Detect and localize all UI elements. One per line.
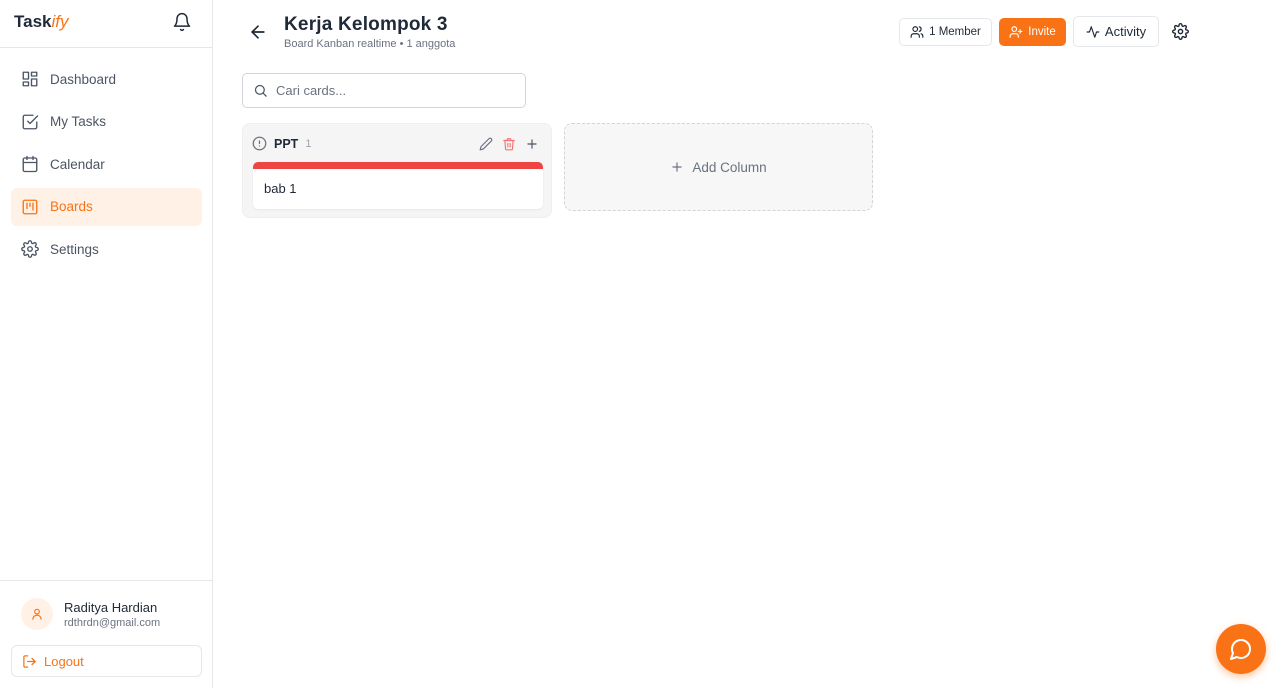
kanban-icon xyxy=(22,199,38,215)
checkbox-icon xyxy=(22,114,39,130)
alert-circle-icon xyxy=(252,136,267,151)
logout-button[interactable]: Logout xyxy=(11,645,202,677)
user-icon xyxy=(32,608,42,620)
user-profile[interactable]: Raditya Hardian rdthrdn@gmail.com xyxy=(21,598,160,630)
column-header: PPT 1 xyxy=(252,136,311,151)
chat-bubble-icon xyxy=(1230,639,1251,660)
avatar xyxy=(21,598,53,630)
search-box[interactable] xyxy=(242,73,526,108)
user-email: rdthrdn@gmail.com xyxy=(64,616,161,629)
brand-name-accent: ify xyxy=(51,12,69,31)
task-card[interactable]: bab 1 xyxy=(253,162,543,209)
calendar-icon xyxy=(22,156,38,173)
invite-button-label: Invite xyxy=(1028,26,1056,38)
edit-pencil-icon[interactable] xyxy=(479,137,493,151)
board-settings-gear-icon[interactable] xyxy=(1172,23,1189,40)
notification-bell-icon[interactable] xyxy=(172,12,192,32)
column-title: PPT xyxy=(274,136,299,151)
sidebar-divider xyxy=(0,47,212,48)
activity-button-label: Activity xyxy=(1104,24,1147,39)
sidebar-item-label: Boards xyxy=(50,199,93,215)
user-name: Raditya Hardian xyxy=(64,599,158,615)
search-input[interactable] xyxy=(276,83,516,98)
card-color-bar xyxy=(253,162,543,169)
board-column: PPT 1 bab 1 xyxy=(242,123,552,218)
member-button-label: 1 Member xyxy=(929,26,981,38)
add-column-label: Add Column xyxy=(692,159,767,175)
sidebar-nav: Dashboard My Tasks Calendar Boards Setti… xyxy=(11,60,202,273)
trash-icon[interactable] xyxy=(502,137,516,151)
invite-button[interactable]: Invite xyxy=(999,18,1066,46)
page-title: Kerja Kelompok 3 xyxy=(284,14,448,35)
logout-icon xyxy=(23,654,36,668)
sidebar-item-boards[interactable]: Boards xyxy=(11,187,202,226)
card-title: bab 1 xyxy=(264,181,297,196)
column-count: 1 xyxy=(305,137,312,150)
sidebar-item-label: My Tasks xyxy=(50,114,107,130)
brand-name-main: Task xyxy=(14,12,52,31)
plus-icon xyxy=(672,162,683,172)
grid-icon xyxy=(22,71,38,87)
page-subtitle: Board Kanban realtime • 1 anggota xyxy=(284,38,456,50)
brand-logo[interactable]: Taskify xyxy=(14,12,69,32)
column-actions xyxy=(470,137,539,151)
sidebar-item-label: Dashboard xyxy=(50,71,117,87)
activity-button[interactable]: Activity xyxy=(1073,16,1159,47)
users-icon xyxy=(910,26,924,38)
sidebar-item-settings[interactable]: Settings xyxy=(11,230,202,268)
back-arrow-icon[interactable] xyxy=(248,22,268,42)
user-plus-icon xyxy=(1009,26,1023,38)
gear-icon xyxy=(21,240,39,259)
sidebar: Taskify Dashboard My Tasks Calendar Boar… xyxy=(0,0,213,688)
sidebar-divider xyxy=(0,580,212,581)
sidebar-item-label: Settings xyxy=(50,241,99,257)
logout-label: Logout xyxy=(44,653,84,669)
search-icon xyxy=(254,84,267,97)
sidebar-item-my-tasks[interactable]: My Tasks xyxy=(11,103,202,141)
member-button[interactable]: 1 Member xyxy=(899,18,992,46)
sidebar-item-label: Calendar xyxy=(50,156,105,172)
sidebar-item-calendar[interactable]: Calendar xyxy=(11,145,202,183)
activity-icon xyxy=(1086,25,1100,38)
add-card-plus-icon[interactable] xyxy=(525,137,539,151)
sidebar-item-dashboard[interactable]: Dashboard xyxy=(11,60,202,98)
chat-button[interactable] xyxy=(1216,624,1266,674)
add-column-button[interactable]: Add Column xyxy=(564,123,873,211)
